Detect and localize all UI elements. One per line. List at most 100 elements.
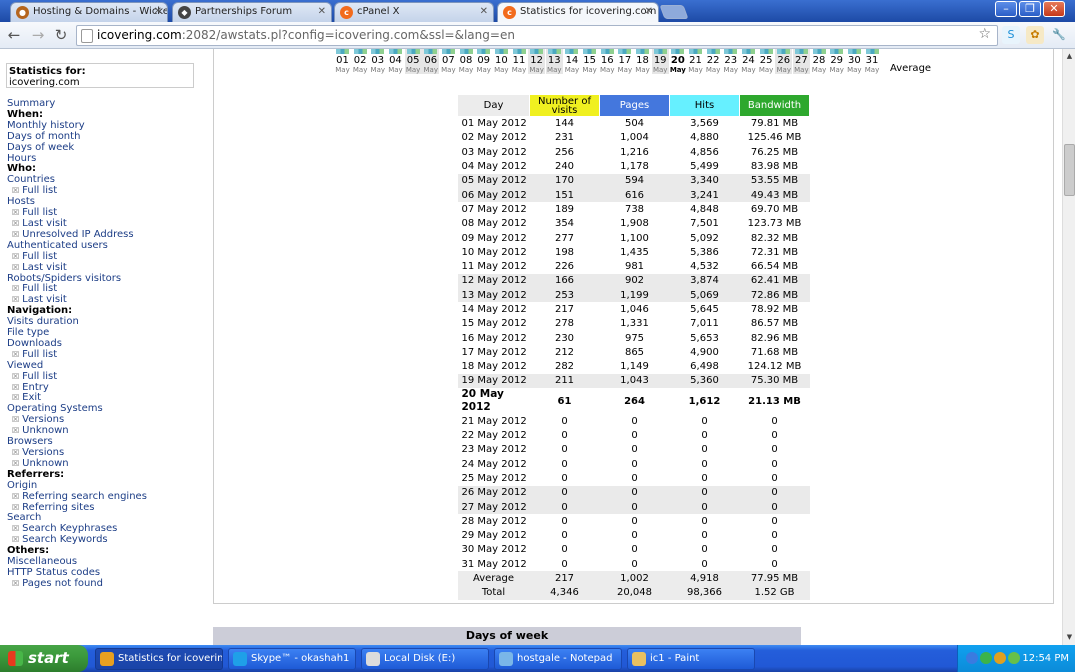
table-cell: 4,918 [669,571,740,586]
table-cell: 3,874 [669,273,740,289]
menu-link-origin[interactable]: Origin [7,480,207,492]
tray-wifi-icon[interactable] [1008,652,1020,664]
day-mini-bars [794,49,808,54]
page-icon [81,29,93,43]
taskbar-button[interactable]: hostgale - Notepad [494,648,622,670]
wrench-icon[interactable]: 🔧 [1050,26,1068,44]
back-arrow-icon[interactable]: ← [5,26,23,44]
tab-close-icon[interactable]: ✕ [645,3,653,21]
table-cell: 0 [561,430,568,442]
forward-arrow-icon[interactable]: → [29,26,47,44]
new-tab-button[interactable] [659,5,689,19]
table-cell: 0 [771,558,778,570]
menu-link-last-visit[interactable]: Last visit [7,262,207,274]
menu-link-full-list[interactable]: Full list [7,371,207,383]
table-cell: 170 [529,173,600,188]
table-cell: 07 May 2012 [461,203,527,215]
day-month: May [617,66,633,74]
taskbar-button[interactable]: Local Disk (E:) [361,648,489,670]
table-cell: 0 [631,558,638,570]
extension-gear-icon[interactable]: ✿ [1026,26,1044,44]
table-cell: 21.13 MB [748,395,801,407]
table-cell: 24 May 2012 [461,458,527,470]
table-cell: 1,199 [599,288,670,303]
maximize-button[interactable]: ❐ [1019,1,1041,17]
table-row: 12 May 2012 166 902 3,874 62.41 MB [457,273,810,289]
table-cell: 0 [771,530,778,542]
page-scrollbar[interactable]: ▲ ▼ [1062,49,1075,645]
menu-link-hours[interactable]: Hours [7,153,207,165]
scroll-thumb[interactable] [1064,144,1075,196]
day-mini-bars [336,49,349,54]
tab-close-icon[interactable]: ✕ [154,3,162,21]
menu-link-days-of-month[interactable]: Days of month [7,131,207,143]
day-scale-column: 15 May [581,49,598,74]
tray-skype-icon[interactable] [980,652,992,664]
tray-app-icon[interactable] [994,652,1006,664]
day-mini-bars [547,49,561,54]
table-cell: 144 [554,118,575,130]
menu-link-full-list[interactable]: Full list [7,251,207,263]
day-month: May [458,66,474,74]
menu-link-pages-not-found[interactable]: Pages not found [7,578,207,590]
day-number: 03 [371,55,385,66]
day-mini-bars [741,49,755,54]
tab-hosting-domains[interactable]: ● Hosting & Domains - WickedFi ✕ [10,2,168,22]
table-row: Average 217 1,002 4,918 77.95 MB [457,571,810,586]
table-cell: 504 [624,118,645,130]
url-text[interactable]: icovering.com:2082/awstats.pl?config=ico… [97,28,515,42]
tab-close-icon[interactable]: ✕ [480,3,488,21]
day-scale-column: 19 May [651,49,669,74]
day-mini-bars [724,49,738,54]
menu-link-full-list[interactable]: Full list [7,185,207,197]
close-window-button[interactable]: ✕ [1043,1,1065,17]
table-cell: 5,653 [690,332,719,344]
tab-cpanel[interactable]: c cPanel X ✕ [334,2,494,22]
tab-statistics[interactable]: c Statistics for icovering.com (20 ✕ [497,2,659,22]
day-mini-bars [512,49,526,54]
taskbar-button[interactable]: ic1 - Paint [627,648,755,670]
table-cell: 0 [561,515,568,527]
table-cell: 5,499 [690,161,719,173]
table-cell: 17 May 2012 [461,346,527,358]
menu-link-days-of-week[interactable]: Days of week [7,142,207,154]
table-cell: 5,092 [690,232,719,244]
table-row: 27 May 2012 0 0 0 0 [457,499,810,515]
table-cell: 0 [701,472,708,484]
menu-link-referring-search-engines[interactable]: Referring search engines [7,491,207,503]
table-cell: 11 May 2012 [461,261,527,273]
reload-icon[interactable]: ↻ [52,26,70,44]
bookmark-star-icon[interactable]: ☆ [978,26,991,42]
day-month: May [635,66,650,74]
table-row: 20 May 2012 61 264 1,612 21.13 MB [458,388,810,414]
column-header-hits: Hits [669,94,740,117]
tab-partnerships-forum[interactable]: ◆ Partnerships Forum ✕ [172,2,332,22]
table-row: 26 May 2012 0 0 0 0 [457,485,810,500]
day-scale-column: 28 May [811,49,828,74]
day-scale: 01 May 02 May 03 May 04 May 05 May 06 May 07 May 08 May… [334,49,934,79]
table-cell: 71.68 MB [750,346,799,358]
tray-network-icon[interactable] [966,652,978,664]
table-cell: 98,366 [669,585,740,600]
table-cell: 14 May 2012 [461,304,527,315]
start-button[interactable]: start [0,645,88,672]
taskbar-button[interactable]: Statistics for icoverin... [95,648,223,670]
taskbar-button[interactable]: Skype™ - okashah1 [228,648,356,670]
table-cell: 1,100 [620,232,649,244]
browser-toolbar: ← → ↻ icovering.com:2082/awstats.pl?conf… [0,22,1075,49]
day-number: 16 [600,55,614,66]
minimize-button[interactable]: – [995,1,1017,17]
day-month: May [741,66,756,74]
table-cell: 82.32 MB [750,232,799,244]
address-bar[interactable]: icovering.com:2082/awstats.pl?config=ico… [76,25,998,46]
table-cell: 75.30 MB [739,373,810,389]
day-number: 22 [706,55,720,66]
day-mini-bars [477,49,491,54]
skype-extension-icon[interactable]: S [1002,26,1020,44]
table-cell: 4,848 [690,203,719,215]
scroll-down-arrow-icon[interactable]: ▼ [1064,632,1075,643]
scroll-up-arrow-icon[interactable]: ▲ [1064,51,1075,62]
tab-close-icon[interactable]: ✕ [318,3,326,21]
table-cell: 31 May 2012 [461,558,527,570]
table-cell: 16 May 2012 [461,332,527,344]
